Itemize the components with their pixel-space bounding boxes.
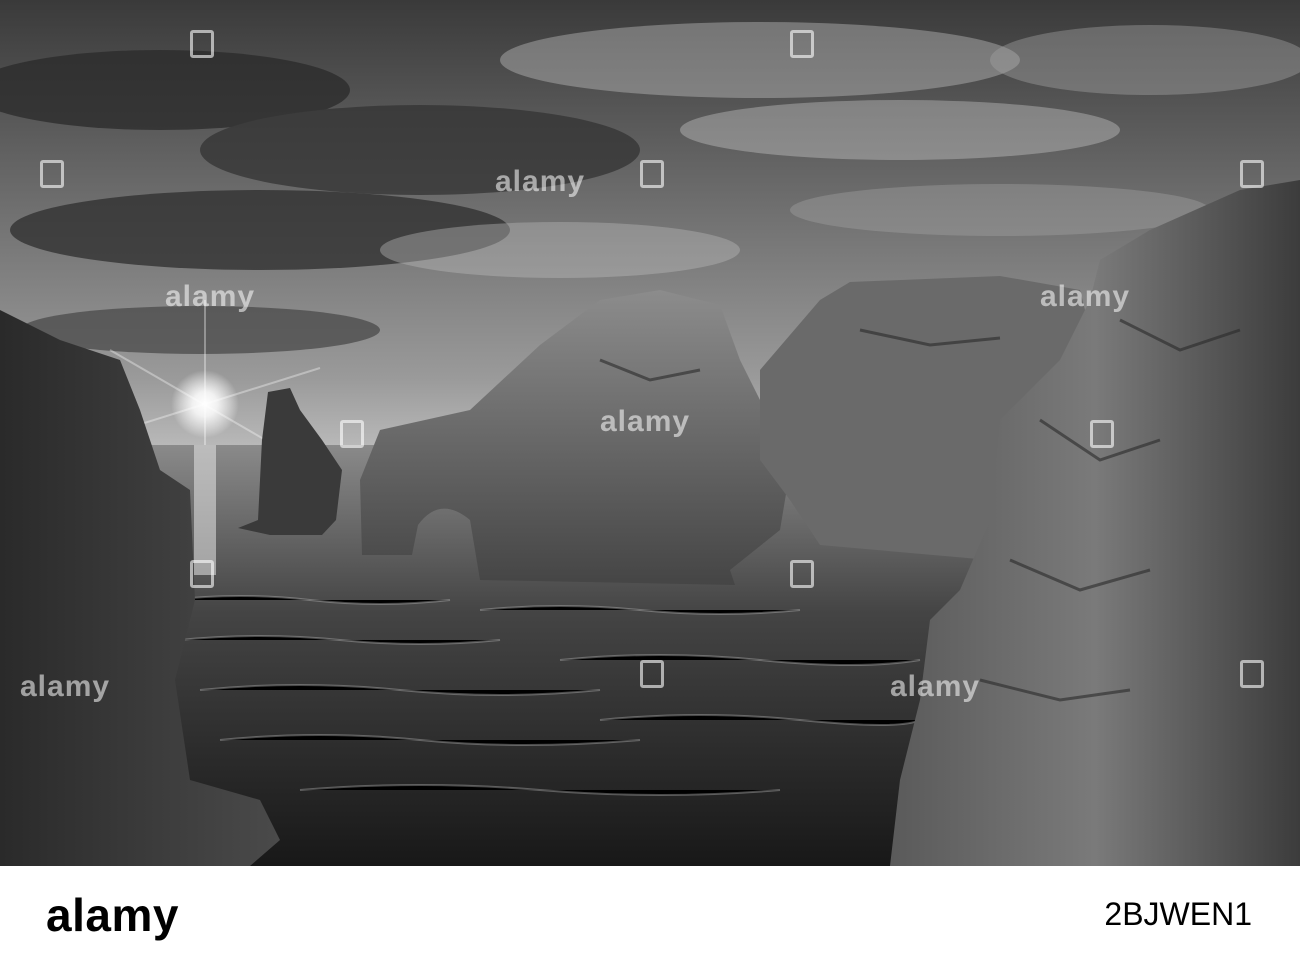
sun-reflection — [194, 445, 216, 575]
alamy-logo-icon — [790, 30, 814, 58]
watermark-text: alamy — [165, 280, 256, 313]
alamy-logo-icon — [190, 560, 214, 588]
alamy-logo-icon — [640, 160, 664, 188]
watermark-text: alamy — [890, 670, 981, 703]
alamy-logo-icon — [1090, 420, 1114, 448]
watermark-text: alamy — [20, 670, 111, 703]
watermark-text: alamy — [600, 405, 691, 438]
alamy-logo-icon — [790, 560, 814, 588]
alamy-logo-icon — [1240, 160, 1264, 188]
seascape-photo: alamy alamy alamy alamy alamy alamy — [0, 0, 1300, 866]
footer-bar: alamy 2BJWEN1 — [0, 866, 1300, 956]
alamy-logo-icon — [640, 660, 664, 688]
alamy-logo-icon — [40, 160, 64, 188]
alamy-logo-icon — [340, 420, 364, 448]
image-id: 2BJWEN1 — [1104, 896, 1252, 932]
brand-logo-text: alamy — [46, 889, 179, 941]
alamy-logo-icon — [1240, 660, 1264, 688]
watermark-text: alamy — [495, 165, 586, 198]
watermark-text: alamy — [1040, 280, 1131, 313]
alamy-logo-icon — [190, 30, 214, 58]
